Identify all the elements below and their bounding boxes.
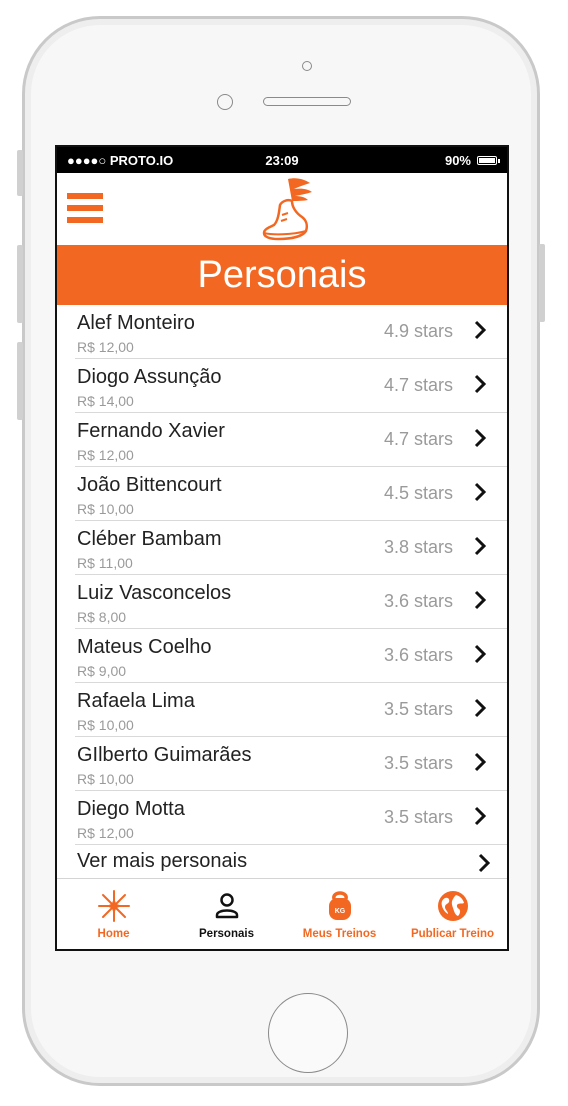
battery-icon <box>477 156 500 165</box>
battery-percent: 90% <box>444 153 471 168</box>
front-camera <box>302 61 312 71</box>
trainer-price: R$ 12,00 <box>77 825 134 841</box>
trainer-name: Diego Motta <box>77 798 185 820</box>
trainer-name: Mateus Coelho <box>77 636 212 658</box>
trainer-rating: 4.7 stars <box>383 375 453 395</box>
trainer-price: R$ 12,00 <box>77 447 134 463</box>
chevron-right-icon <box>474 320 487 340</box>
see-more-label: Ver mais personais <box>77 850 248 872</box>
trainer-name: GIlberto Guimarães <box>77 744 252 766</box>
chevron-right-icon <box>474 644 487 664</box>
hamburger-menu-icon[interactable] <box>67 193 103 225</box>
trainer-price: R$ 14,00 <box>77 393 134 409</box>
trainer-list-item[interactable]: GIlberto Guimarães R$ 10,00 3.5 stars <box>75 737 507 791</box>
globe-icon <box>437 891 468 921</box>
status-time: 23:09 <box>265 153 299 168</box>
trainer-list-item[interactable]: Luiz Vasconcelos R$ 8,00 3.6 stars <box>75 575 507 629</box>
chevron-right-icon <box>474 698 487 718</box>
trainer-list: Alef Monteiro R$ 12,00 4.9 stars Diogo A… <box>57 305 507 845</box>
trainer-rating: 4.7 stars <box>383 429 453 449</box>
trainer-name: Fernando Xavier <box>77 420 225 442</box>
mute-switch <box>17 150 23 196</box>
trainer-name: Rafaela Lima <box>77 690 195 712</box>
tab-home[interactable]: Home <box>57 879 170 949</box>
trainer-list-item[interactable]: Rafaela Lima R$ 10,00 3.5 stars <box>75 683 507 737</box>
trainer-list-item[interactable]: Alef Monteiro R$ 12,00 4.9 stars <box>75 305 507 359</box>
winged-shoe-logo-icon <box>262 178 312 241</box>
trainer-price: R$ 10,00 <box>77 717 134 733</box>
battery-fill <box>479 158 496 163</box>
chevron-right-icon <box>474 428 487 448</box>
kettlebell-icon: KG <box>328 891 351 920</box>
trainer-price: R$ 8,00 <box>77 609 127 625</box>
trainer-price: R$ 10,00 <box>77 501 134 517</box>
proximity-sensor <box>217 94 233 110</box>
trainer-rating: 3.5 stars <box>383 753 453 773</box>
chevron-right-icon <box>474 536 487 556</box>
trainer-rating: 3.6 stars <box>383 591 453 611</box>
star-burst-icon <box>97 890 130 922</box>
chevron-right-icon <box>474 806 487 826</box>
see-more-trainers-link[interactable]: Ver mais personais <box>75 840 507 878</box>
tab-publicar-treino-label: Publicar Treino <box>410 928 495 940</box>
trainer-list-item[interactable]: Diogo Assunção R$ 14,00 4.7 stars <box>75 359 507 413</box>
trainer-rating: 4.5 stars <box>383 483 453 503</box>
trainer-name: Luiz Vasconcelos <box>77 582 232 604</box>
trainer-rating: 3.6 stars <box>383 645 453 665</box>
tab-publicar-treino[interactable]: Publicar Treino <box>396 879 507 949</box>
status-bar: ●●●●○ PROTO.IO 23:09 90% <box>57 147 507 173</box>
power-button <box>539 244 545 322</box>
chevron-right-icon <box>474 374 487 394</box>
trainer-name: Cléber Bambam <box>77 528 222 550</box>
trainer-rating: 3.5 stars <box>383 699 453 719</box>
chevron-right-icon <box>474 752 487 772</box>
trainer-price: R$ 12,00 <box>77 339 134 355</box>
trainer-name: João Bittencourt <box>77 474 222 496</box>
tab-personais-label: Personais <box>199 928 254 940</box>
trainer-rating: 3.5 stars <box>383 807 453 827</box>
tab-meus-treinos[interactable]: KG Meus Treinos <box>283 879 396 949</box>
volume-down-button <box>17 342 23 420</box>
earpiece-speaker <box>263 97 351 106</box>
trainer-list-item[interactable]: Fernando Xavier R$ 12,00 4.7 stars <box>75 413 507 467</box>
trainer-rating: 3.8 stars <box>383 537 453 557</box>
home-button[interactable] <box>268 993 348 1073</box>
tab-home-label: Home <box>97 928 130 940</box>
chevron-right-icon <box>474 482 487 502</box>
app-header <box>57 173 507 245</box>
tab-bar: Home Personais KG Meus Treinos Publicar <box>57 878 507 949</box>
trainer-rating: 4.9 stars <box>383 321 453 341</box>
tab-meus-treinos-label: Meus Treinos <box>302 928 377 940</box>
trainer-list-item[interactable]: Cléber Bambam R$ 11,00 3.8 stars <box>75 521 507 575</box>
trainer-price: R$ 10,00 <box>77 771 134 787</box>
trainer-price: R$ 9,00 <box>77 663 127 679</box>
person-icon <box>215 893 238 919</box>
trainer-list-item[interactable]: João Bittencourt R$ 10,00 4.5 stars <box>75 467 507 521</box>
trainer-name: Diogo Assunção <box>77 366 222 388</box>
trainer-name: Alef Monteiro <box>77 312 195 334</box>
trainer-list-item[interactable]: Diego Motta R$ 12,00 3.5 stars <box>75 791 507 845</box>
tab-personais[interactable]: Personais <box>170 879 283 949</box>
battery-cap <box>498 159 500 163</box>
page-title: Personais <box>57 245 507 305</box>
volume-up-button <box>17 245 23 323</box>
trainer-price: R$ 11,00 <box>77 555 133 571</box>
status-battery: 90% <box>444 153 500 168</box>
svg-text:KG: KG <box>334 908 345 915</box>
chevron-right-icon <box>478 853 491 873</box>
app-screen: ●●●●○ PROTO.IO 23:09 90% Personais Alef … <box>55 145 509 951</box>
trainer-list-item[interactable]: Mateus Coelho R$ 9,00 3.6 stars <box>75 629 507 683</box>
chevron-right-icon <box>474 590 487 610</box>
